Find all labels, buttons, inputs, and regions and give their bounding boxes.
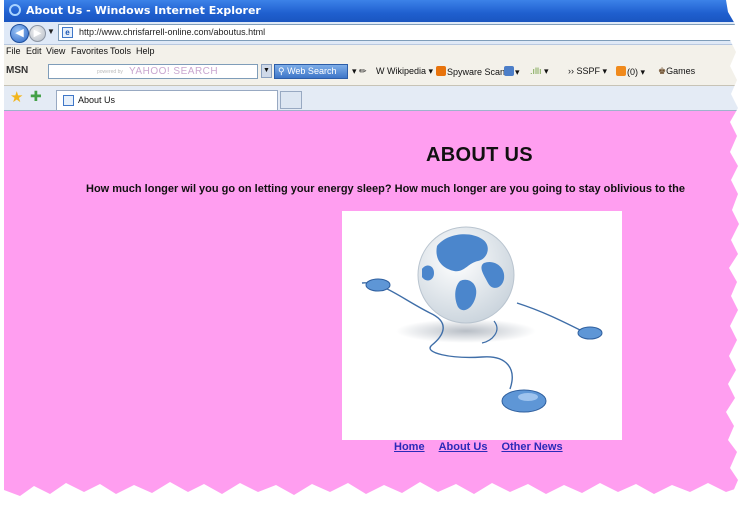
globe-image <box>342 211 622 440</box>
search-placeholder: YAHOO! SEARCH <box>129 66 219 77</box>
history-dropdown-icon[interactable]: ▼ <box>47 27 55 36</box>
rss-count: (0) <box>627 67 638 77</box>
address-bar[interactable]: e http://www.chrisfarrell-online.com/abo… <box>58 24 742 41</box>
menu-view[interactable]: View <box>46 46 65 56</box>
spyware-label: Spyware Scan <box>447 67 506 77</box>
menu-favorites[interactable]: Favorites <box>71 46 108 56</box>
page-content: ABOUT US How much longer wil you go on l… <box>4 111 744 506</box>
search-toolbar: MSN powered by YAHOO! SEARCH ▼ ⚲ Web Sea… <box>4 59 744 86</box>
games-icon: ♚ <box>658 66 667 76</box>
address-url[interactable]: http://www.chrisfarrell-online.com/about… <box>79 27 265 37</box>
menu-help[interactable]: Help <box>136 46 155 56</box>
address-row: ◀ ▶ ▼ e http://www.chrisfarrell-online.c… <box>4 22 744 45</box>
nav-link-other-news[interactable]: Other News <box>501 441 562 453</box>
signal-bars-icon: .ıllı <box>530 66 542 76</box>
menu-tools[interactable]: Tools <box>110 46 131 56</box>
ie-logo-icon <box>9 4 21 16</box>
msn-logo: MSN <box>6 65 29 76</box>
menu-bar: File Edit View Favorites Tools Help <box>4 45 744 59</box>
toolbar-dropdown-icon[interactable]: ▾ ✏ <box>352 66 367 77</box>
add-favorites-icon[interactable]: ✚ <box>30 88 42 105</box>
spyware-icon <box>436 66 446 76</box>
browser-window: About Us - Windows Internet Explorer ◀ ▶… <box>4 0 744 506</box>
tab-label: About Us <box>78 95 116 105</box>
wikipedia-button[interactable]: W Wikipedia ▾ <box>376 66 433 77</box>
tab-about-us[interactable]: About Us <box>56 90 278 110</box>
nav-links: Home About Us Other News <box>394 441 577 453</box>
search-dropdown-icon[interactable]: ▼ <box>261 64 272 78</box>
tab-bar: ★ ✚ About Us <box>4 86 744 111</box>
menu-file[interactable]: File <box>6 46 21 56</box>
signal-button[interactable]: .ıllı ▾ <box>530 66 549 77</box>
page-heading: ABOUT US <box>426 144 533 166</box>
intro-text: How much longer wil you go on letting yo… <box>86 183 685 195</box>
back-button[interactable]: ◀ <box>10 24 29 43</box>
page-favicon-icon: e <box>62 27 73 38</box>
rss-button[interactable]: (0) ▾ <box>616 66 645 78</box>
forward-button[interactable]: ▶ <box>29 25 46 42</box>
tab-favicon-icon <box>63 95 74 106</box>
web-search-button[interactable]: ⚲ Web Search <box>274 64 348 79</box>
nav-link-home[interactable]: Home <box>394 441 425 453</box>
menu-edit[interactable]: Edit <box>26 46 42 56</box>
window-title: About Us - Windows Internet Explorer <box>26 4 261 17</box>
sspf-label: SSPF <box>576 66 601 76</box>
wikipedia-label: Wikipedia <box>387 66 427 76</box>
web-search-label: Web Search <box>287 66 337 76</box>
nav-link-about-us[interactable]: About Us <box>439 441 488 453</box>
search-input[interactable]: powered by YAHOO! SEARCH <box>48 64 258 79</box>
title-bar: About Us - Windows Internet Explorer <box>4 0 744 22</box>
search-powered-text: powered by <box>97 69 123 75</box>
games-button[interactable]: ♚Games <box>658 66 695 77</box>
globe-network-illustration <box>361 226 603 413</box>
translate-icon <box>504 66 514 76</box>
games-label: Games <box>666 66 696 76</box>
favorites-star-icon[interactable]: ★ <box>10 88 23 106</box>
rss-icon <box>616 66 626 76</box>
spyware-scan-button[interactable]: Spyware Scan <box>436 66 505 77</box>
sspf-button[interactable]: ›› SSPF ▾ <box>568 66 607 77</box>
translate-button[interactable]: ▾ <box>504 66 520 78</box>
new-tab-button[interactable] <box>280 91 302 109</box>
